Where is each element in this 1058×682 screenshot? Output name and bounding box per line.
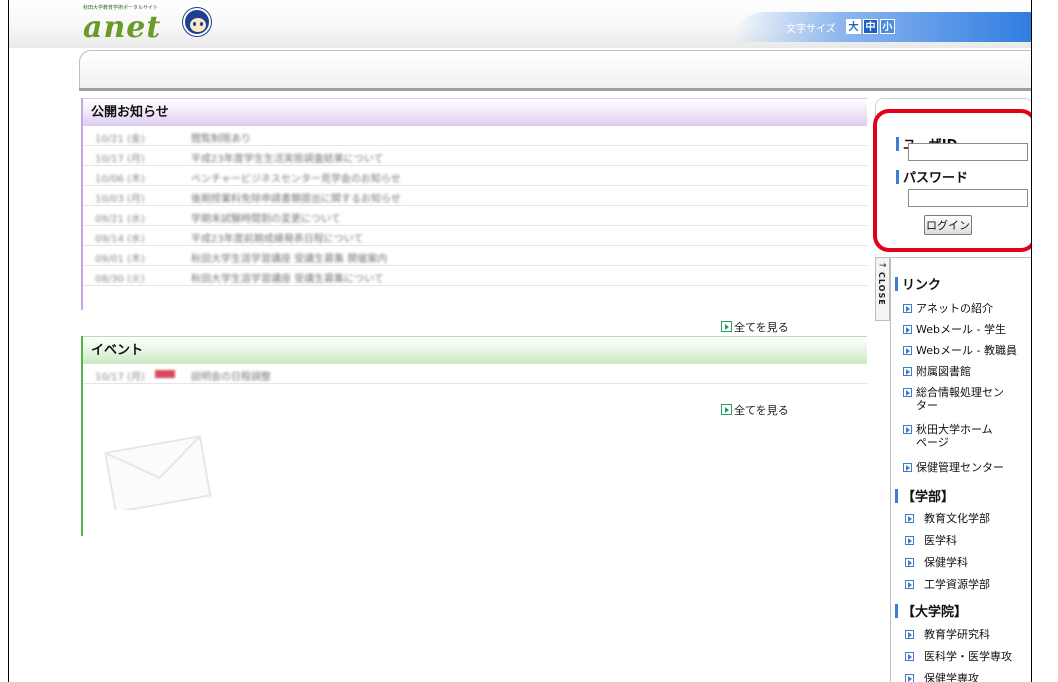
notice-date: 08/30 (火) [95, 274, 145, 285]
font-size-switcher: 文字サイズ 大 中 小 [734, 12, 1031, 42]
link-arrow-icon [903, 463, 912, 472]
link-arrow-icon [905, 558, 914, 567]
notice-title[interactable]: 秋田大学生涯学習講座 受講生募集 開催案内 [191, 250, 387, 265]
notice-title[interactable]: 後期授業料免除申請書類提出に関するお知らせ [191, 190, 401, 205]
link-arrow-icon [903, 388, 912, 397]
notice-date: 10/03 (月) [95, 194, 145, 205]
arrow-right-icon [721, 321, 732, 332]
font-size-medium-button[interactable]: 中 [863, 19, 878, 34]
font-size-large-button[interactable]: 大 [846, 19, 861, 34]
event-row[interactable]: 10/17 (月) 重要 説明会の日程調整 [83, 364, 867, 384]
public-notices-title: 公開お知らせ [83, 98, 867, 126]
link-arrow-icon [903, 346, 912, 355]
menu-bar-divider [79, 88, 1031, 91]
login-highlight-annotation [873, 109, 1031, 252]
sidebar-close-tab[interactable]: → CLOSE [875, 257, 890, 321]
envelope-icon [104, 435, 212, 510]
notice-date: 10/17 (月) [95, 154, 145, 165]
notice-row[interactable]: 08/30 (火) 秋田大学生涯学習講座 受講生募集について [83, 266, 867, 286]
links-heading: リンク [895, 274, 941, 293]
faculty-heading: 【学部】 [895, 486, 954, 505]
link-arrow-icon [905, 580, 914, 589]
link-arrow-icon [903, 425, 912, 434]
public-notices-panel: 公開お知らせ 10/21 (金) 閲覧制限あり 10/17 (月) 平成23年度学生生… [81, 98, 867, 310]
link-arrow-icon [905, 514, 914, 523]
event-date: 10/17 (月) [95, 372, 145, 383]
link-arrow-icon [903, 304, 912, 313]
notice-date: 10/06 (木) [95, 174, 145, 185]
logo-text: anet [83, 10, 162, 45]
events-title: イベント [83, 336, 867, 364]
notice-row[interactable]: 10/06 (木) ベンチャービジネスセンター見学会のお知らせ [83, 166, 867, 186]
notice-row[interactable]: 09/14 (水) 平成23年度前期成績発表日程について [83, 226, 867, 246]
notice-date: 10/21 (金) [95, 134, 145, 145]
notice-title[interactable]: 閲覧制限あり [191, 130, 251, 145]
notice-row[interactable]: 09/21 (水) 学期末試験時間割の変更について [83, 206, 867, 226]
event-tag: 重要 [155, 370, 175, 378]
page-frame: 秋田大学教育学術ポータルサイト anet 文字サイズ 大 中 小 公開お知らせ … [8, 0, 1032, 682]
notice-row[interactable]: 10/03 (月) 後期授業料免除申請書類提出に関するお知らせ [83, 186, 867, 206]
notice-title[interactable]: 学期末試験時間割の変更について [191, 210, 341, 225]
notice-row[interactable]: 09/01 (木) 秋田大学生涯学習講座 受講生募集 開催案内 [83, 246, 867, 266]
link-arrow-icon [905, 652, 914, 661]
notice-title[interactable]: 平成23年度学生生活実態調査結果について [191, 150, 383, 165]
close-tab-label: CLOSE [877, 272, 886, 306]
notice-date: 09/21 (水) [95, 214, 145, 225]
font-size-small-button[interactable]: 小 [880, 19, 895, 34]
font-size-label: 文字サイズ [786, 24, 836, 35]
notice-date: 09/01 (木) [95, 254, 145, 265]
graduate-heading: 【大学院】 [895, 601, 967, 620]
notices-view-all-link[interactable]: 全てを見る [721, 319, 789, 335]
notice-row[interactable]: 10/21 (金) 閲覧制限あり [83, 126, 867, 146]
mascot-icon [183, 8, 211, 36]
link-arrow-icon [905, 630, 914, 639]
link-arrow-icon [905, 674, 914, 682]
link-arrow-icon [903, 367, 912, 376]
arrow-right-icon [721, 404, 732, 415]
notice-row[interactable]: 10/17 (月) 平成23年度学生生活実態調査結果について [83, 146, 867, 166]
event-title[interactable]: 説明会の日程調整 [191, 368, 271, 383]
link-arrow-icon [905, 536, 914, 545]
notice-title[interactable]: ベンチャービジネスセンター見学会のお知らせ [191, 170, 401, 185]
arrow-right-icon: → [879, 261, 887, 271]
notice-title[interactable]: 平成23年度前期成績発表日程について [191, 230, 363, 245]
link-arrow-icon [903, 325, 912, 334]
anet-logo[interactable]: 秋田大学教育学術ポータルサイト anet [83, 4, 233, 45]
notice-date: 09/14 (水) [95, 234, 145, 245]
events-view-all-link[interactable]: 全てを見る [721, 402, 789, 418]
site-header: 秋田大学教育学術ポータルサイト anet 文字サイズ 大 中 小 [9, 0, 1031, 48]
menu-bar [79, 50, 1031, 88]
links-sidebar: リンク アネットの紹介 Webメール - 学生 Webメール - 教職員 附属図… [890, 257, 1031, 682]
notice-title[interactable]: 秋田大学生涯学習講座 受講生募集について [191, 270, 384, 285]
